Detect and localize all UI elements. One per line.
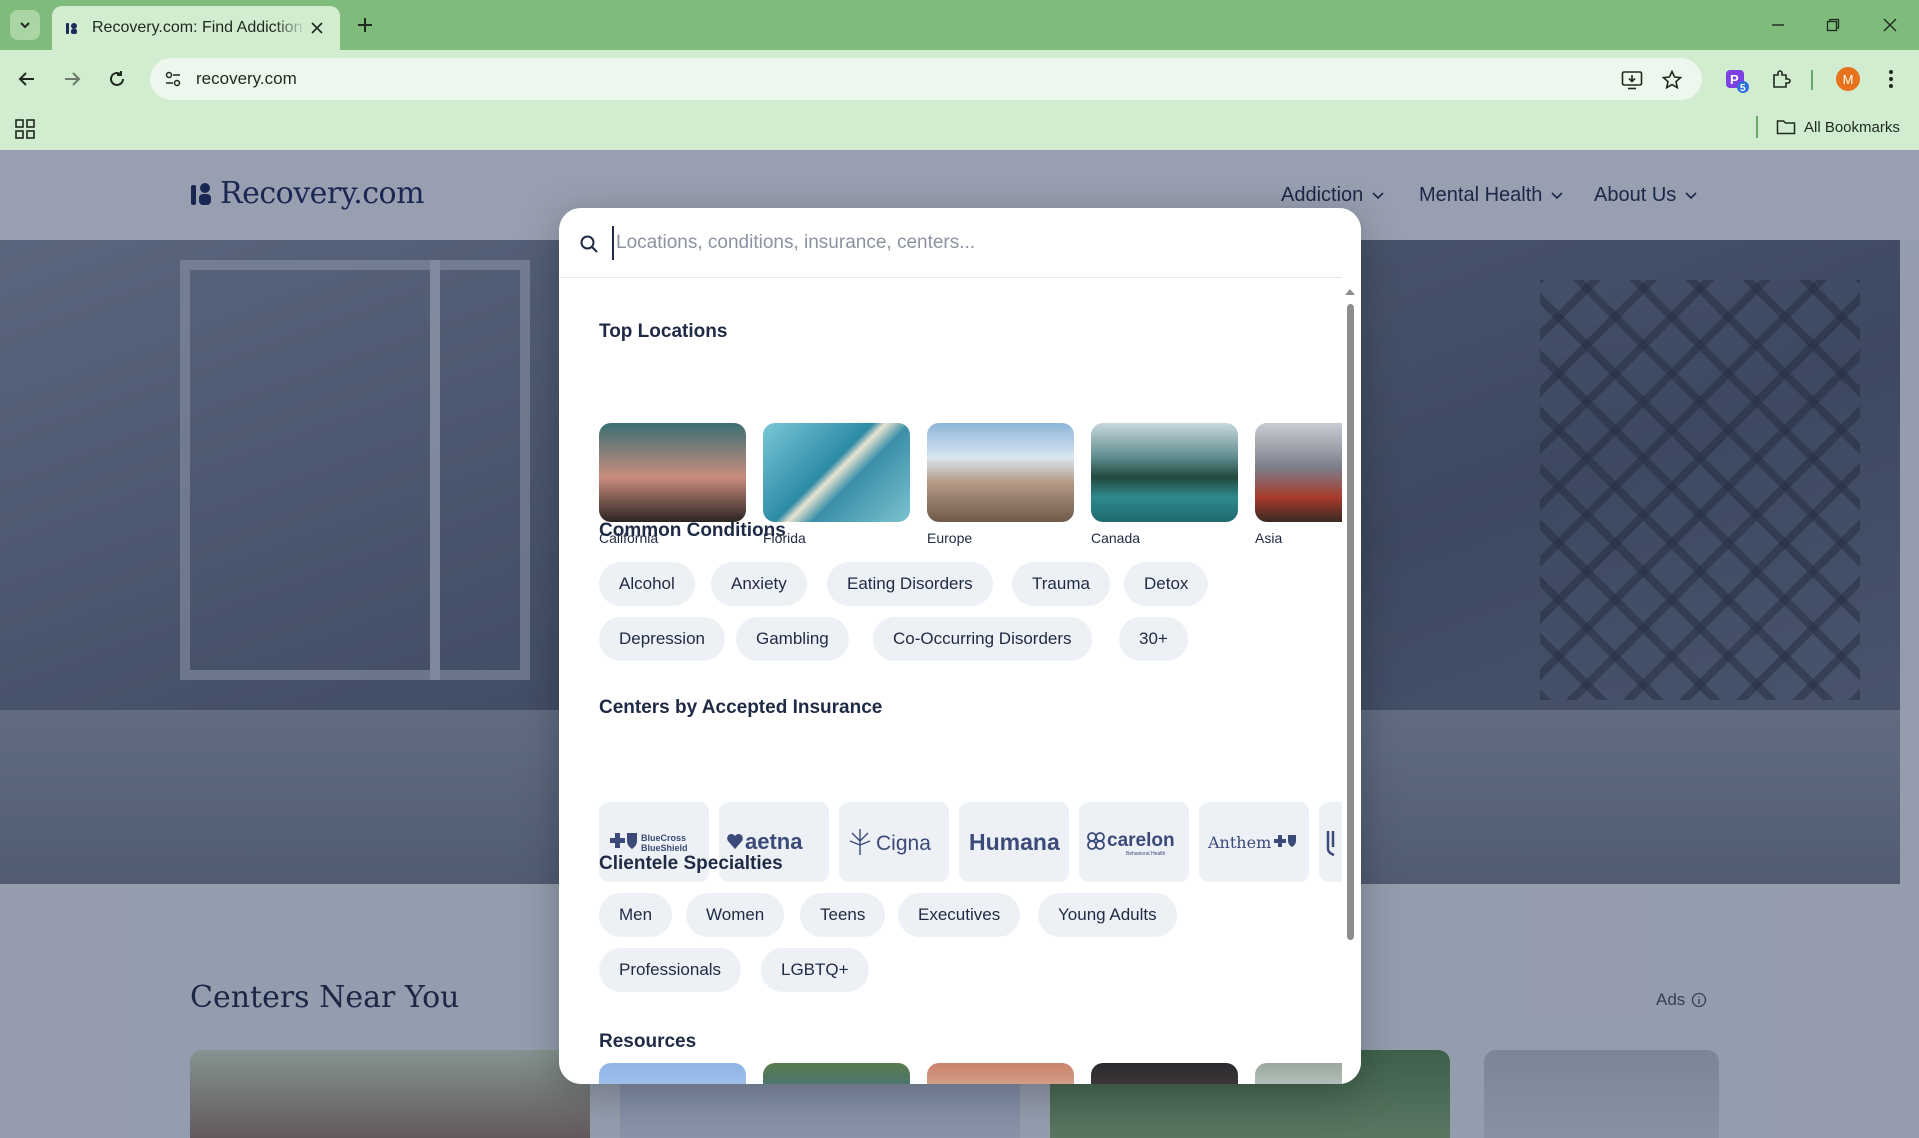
aetna-text: aetna — [745, 829, 803, 854]
reload-icon — [110, 71, 124, 86]
recovery-favicon-icon — [66, 23, 77, 34]
insurance-cigna[interactable]: Cigna — [839, 802, 949, 882]
forward-button[interactable] — [57, 64, 87, 94]
restore-icon — [1826, 18, 1840, 32]
location-card-europe[interactable]: Europe — [927, 423, 1074, 546]
california-image — [599, 423, 746, 522]
extensions-button[interactable] — [1766, 64, 1796, 94]
resource-card-image[interactable] — [927, 1063, 1074, 1084]
minimize-icon — [1772, 24, 1784, 26]
insurance-title: Centers by Accepted Insurance — [599, 697, 883, 718]
condition-chip-depression[interactable]: Depression — [599, 617, 725, 661]
browser-menu-button[interactable] — [1876, 64, 1906, 94]
clientele-chip-professionals[interactable]: Professionals — [599, 948, 742, 992]
resource-card-image[interactable] — [763, 1063, 910, 1084]
resources-title: Resources — [599, 1031, 697, 1052]
blueshield-text: BlueShield — [641, 843, 688, 853]
clientele-chip-men[interactable]: Men — [599, 893, 673, 937]
carelon-logo: carelon Behavioral Health — [1087, 830, 1175, 857]
address-bar[interactable]: recovery.com — [150, 58, 1702, 100]
resource-card-image[interactable] — [1091, 1063, 1238, 1084]
condition-chip-eating-disorders[interactable]: Eating Disorders — [827, 562, 993, 606]
plus-icon — [358, 18, 372, 32]
scroll-up-arrow-icon[interactable] — [1344, 286, 1356, 296]
insurance-anthem[interactable]: Anthem — [1199, 802, 1309, 882]
shield-icon — [1326, 831, 1335, 857]
anthem-logo: Anthem — [1207, 833, 1296, 852]
folder-icon — [1776, 120, 1796, 135]
chevron-down-icon — [20, 22, 30, 29]
humana-text: Humana — [969, 829, 1060, 855]
humana-logo: Humana — [969, 829, 1060, 855]
search-input[interactable] — [612, 226, 1312, 260]
anthem-text: Anthem — [1207, 833, 1271, 852]
close-tab-icon[interactable] — [308, 19, 326, 37]
clientele-chip-teens[interactable]: Teens — [800, 893, 886, 937]
modal-scrollbar-thumb[interactable] — [1347, 304, 1354, 940]
all-bookmarks-button[interactable]: All Bookmarks — [1776, 114, 1900, 140]
all-bookmarks-label: All Bookmarks — [1804, 118, 1900, 136]
arrow-left-icon — [18, 72, 34, 86]
condition-chip-trauma[interactable]: Trauma — [1012, 562, 1110, 606]
site-info-icon[interactable] — [162, 68, 184, 90]
bluecross-text: BlueCross — [641, 833, 686, 843]
toolbar-divider — [1811, 70, 1813, 90]
minimize-button[interactable] — [1765, 12, 1791, 38]
clientele-chip-women[interactable]: Women — [686, 893, 785, 937]
clientele-title: Clientele Specialties — [599, 853, 783, 874]
search-icon — [580, 235, 598, 253]
clientele-chip-lgbtq[interactable]: LGBTQ+ — [761, 948, 869, 992]
cigna-text: Cigna — [876, 832, 931, 855]
tab-title: Recovery.com: Find Addiction & Mental He… — [92, 19, 307, 36]
bookmarks-divider — [1756, 116, 1758, 138]
new-tab-button[interactable] — [352, 12, 378, 38]
close-window-button[interactable] — [1877, 12, 1903, 38]
carelon-text: carelon — [1107, 830, 1175, 851]
location-label: Canada — [1091, 530, 1141, 546]
condition-chip-co-occurring-disorders[interactable]: Co-Occurring Disorders — [873, 617, 1092, 661]
more-vertical-icon — [1889, 70, 1893, 88]
cigna-logo: Cigna — [849, 829, 931, 855]
tab-search-button[interactable] — [10, 10, 40, 40]
extension-p-icon[interactable]: P5 — [1724, 68, 1750, 94]
puzzle-icon — [1773, 70, 1791, 88]
carelon-subtext: Behavioral Health — [1126, 851, 1166, 857]
europe-image — [927, 423, 1074, 522]
browser-tab-active[interactable]: Recovery.com: Find Addiction & Mental He… — [52, 6, 340, 50]
restore-button[interactable] — [1820, 12, 1846, 38]
apps-grid-icon[interactable] — [14, 118, 36, 140]
resource-card-image[interactable] — [599, 1063, 746, 1084]
canada-image — [1091, 423, 1238, 522]
browser-tab-strip: Recovery.com: Find Addiction & Mental He… — [0, 0, 1919, 50]
back-button[interactable] — [12, 64, 42, 94]
florida-image — [763, 423, 910, 522]
condition-chip-more[interactable]: 30+ — [1119, 617, 1188, 661]
insurance-carelon[interactable]: carelon Behavioral Health — [1079, 802, 1189, 882]
location-card-canada[interactable]: Canada — [1091, 423, 1238, 546]
condition-chip-gambling[interactable]: Gambling — [736, 617, 849, 661]
clientele-chip-executives[interactable]: Executives — [898, 893, 1021, 937]
arrow-right-icon — [65, 72, 81, 86]
install-app-icon[interactable] — [1620, 68, 1644, 92]
condition-chip-detox[interactable]: Detox — [1124, 562, 1209, 606]
top-locations-title: Top Locations — [599, 321, 728, 342]
condition-chip-anxiety[interactable]: Anxiety — [711, 562, 807, 606]
browser-toolbar: recovery.com P5 — [0, 50, 1919, 108]
search-modal: Top Locations California Florida Europe … — [559, 208, 1361, 1084]
common-conditions-title: Common Conditions — [599, 520, 786, 541]
condition-chip-alcohol[interactable]: Alcohol — [599, 562, 695, 606]
profile-avatar[interactable]: M — [1836, 67, 1860, 91]
search-bar — [559, 208, 1361, 278]
extension-badge-count: 5 — [1740, 83, 1746, 94]
url-text: recovery.com — [196, 69, 297, 88]
reload-button[interactable] — [102, 64, 132, 94]
location-label: Europe — [927, 530, 973, 546]
bookmark-star-icon[interactable] — [1660, 68, 1684, 92]
search-suggestions-panel[interactable]: Top Locations California Florida Europe … — [559, 279, 1361, 1084]
clientele-chip-young-adults[interactable]: Young Adults — [1038, 893, 1177, 937]
close-icon — [1883, 18, 1897, 32]
bookmarks-bar: All Bookmarks — [0, 108, 1919, 150]
insurance-humana[interactable]: Humana — [959, 802, 1069, 882]
